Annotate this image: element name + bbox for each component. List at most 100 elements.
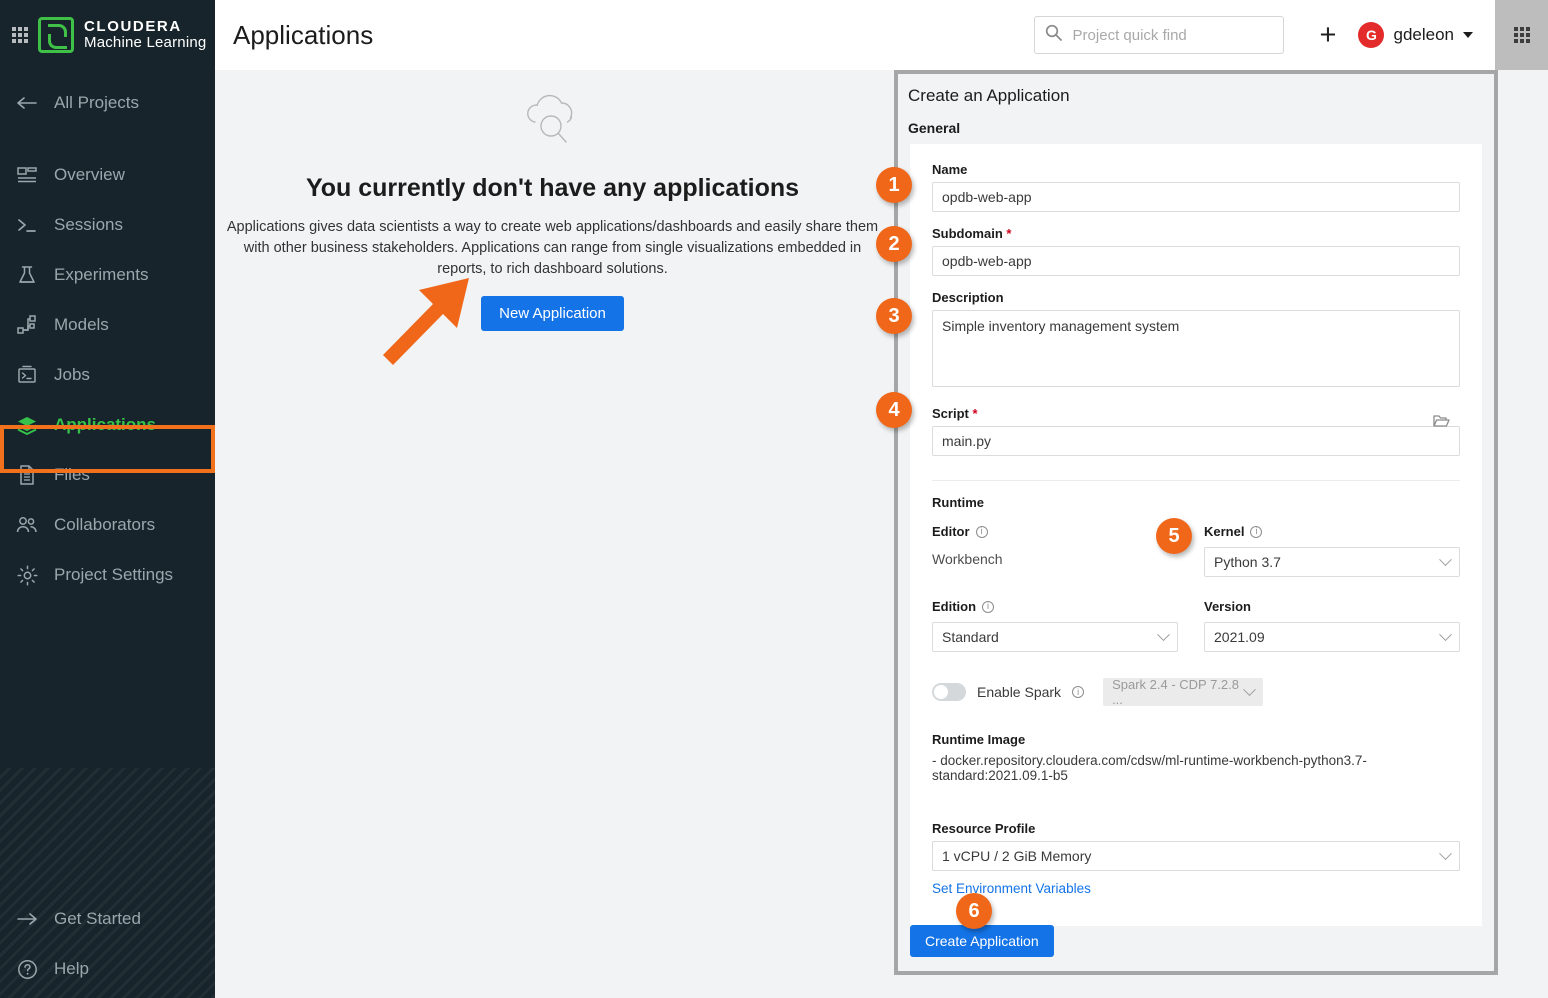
brand-text: CLOUDERA Machine Learning — [84, 19, 206, 51]
sidebar-item-label: Jobs — [54, 365, 90, 385]
runtime-image-value: - docker.repository.cloudera.com/cdsw/ml… — [932, 753, 1460, 783]
sidebar-item-overview[interactable]: Overview — [0, 150, 215, 200]
required-marker: * — [1006, 226, 1011, 241]
kernel-select[interactable]: Python 3.7 — [1204, 547, 1460, 577]
sidebar-item-label: Project Settings — [54, 565, 173, 585]
chevron-down-icon — [1243, 683, 1256, 696]
script-label: Script * — [932, 406, 1460, 421]
resource-profile-block: Resource Profile 1 vCPU / 2 GiB Memory S… — [932, 821, 1460, 898]
avatar: G — [1358, 22, 1384, 48]
sidebar-item-experiments[interactable]: Experiments — [0, 250, 215, 300]
kernel-label: Kernel i — [1204, 524, 1460, 539]
sidebar-item-collaborators[interactable]: Collaborators — [0, 500, 215, 550]
subdomain-input[interactable] — [932, 246, 1460, 276]
folder-open-icon[interactable] — [1433, 413, 1450, 433]
jobs-terminal-box-icon — [16, 364, 38, 386]
sidebar-item-applications[interactable]: Applications — [0, 400, 215, 450]
project-quick-find[interactable] — [1034, 16, 1284, 54]
sidebar-item-label: All Projects — [54, 93, 139, 113]
name-input[interactable] — [932, 182, 1460, 212]
panel-title: Create an Application — [908, 86, 1484, 106]
user-name: gdeleon — [1393, 25, 1454, 45]
empty-state: You currently don't have any application… — [215, 70, 890, 331]
version-label: Version — [1204, 599, 1460, 614]
version-select[interactable]: 2021.09 — [1204, 622, 1460, 652]
edition-select[interactable]: Standard — [932, 622, 1178, 652]
description-label: Description — [932, 290, 1460, 305]
arrow-left-icon — [16, 92, 38, 114]
subdomain-field-group: Subdomain * — [932, 226, 1460, 276]
sidebar-item-files[interactable]: Files — [0, 450, 215, 500]
create-application-button[interactable]: Create Application — [910, 925, 1054, 957]
waffle-grid-icon — [1514, 27, 1530, 43]
editor-label: Editor i — [932, 524, 1178, 539]
add-new-button[interactable]: + — [1320, 21, 1337, 50]
pointer-arrow-icon — [375, 255, 505, 370]
spark-version-select: Spark 2.4 - CDP 7.2.8 ... — [1103, 678, 1263, 706]
sidebar-item-label: Experiments — [54, 265, 148, 285]
resource-profile-select[interactable]: 1 vCPU / 2 GiB Memory — [932, 841, 1460, 871]
edition-label: Edition i — [932, 599, 1178, 614]
sidebar-item-help[interactable]: Help — [0, 944, 215, 994]
flask-icon — [16, 264, 38, 286]
panel-header: Create an Application General — [898, 74, 1494, 136]
sidebar-item-label: Applications — [54, 415, 156, 435]
people-icon — [16, 514, 38, 536]
step-badge-1: 1 — [876, 167, 912, 203]
search-input[interactable] — [1071, 26, 1273, 45]
runtime-row-2: Edition i Standard Version 2021.09 — [932, 599, 1460, 652]
runtime-row-1: Editor i Workbench Kernel i Python 3.7 — [932, 524, 1460, 577]
file-lines-icon — [16, 464, 38, 486]
sidebar-item-sessions[interactable]: Sessions — [0, 200, 215, 250]
step-badge-3: 3 — [876, 298, 912, 334]
version-value: 2021.09 — [1214, 629, 1441, 645]
panel-body: Name Subdomain * Description Simple inve… — [910, 144, 1482, 926]
script-input[interactable] — [932, 426, 1460, 456]
sidebar-item-get-started[interactable]: Get Started — [0, 894, 215, 944]
sidebar-item-label: Files — [54, 465, 90, 485]
main-area: Applications + G gdeleon — [215, 0, 1548, 998]
edition-value: Standard — [942, 629, 1159, 645]
sidebar-bottom-group: Get Started Help — [0, 894, 215, 994]
sidebar-item-jobs[interactable]: Jobs — [0, 350, 215, 400]
panel-section-label: General — [908, 120, 1484, 136]
set-environment-variables-link[interactable]: Set Environment Variables — [932, 881, 1091, 896]
runtime-image-block: Runtime Image - docker.repository.cloude… — [932, 732, 1460, 783]
top-bar-right: + G gdeleon — [1034, 0, 1548, 70]
editor-value: Workbench — [932, 547, 1178, 567]
sidebar-item-models[interactable]: Models — [0, 300, 215, 350]
waffle-grid-icon[interactable] — [12, 27, 28, 43]
info-icon[interactable]: i — [976, 526, 988, 538]
question-circle-icon — [16, 958, 38, 980]
step-badge-2: 2 — [876, 226, 912, 262]
dashboard-icon — [16, 164, 38, 186]
spark-version-value: Spark 2.4 - CDP 7.2.8 ... — [1112, 677, 1245, 707]
sidebar-item-label: Collaborators — [54, 515, 155, 535]
description-textarea[interactable]: Simple inventory management system — [932, 310, 1460, 387]
chevron-down-icon — [1439, 553, 1452, 566]
kernel-value: Python 3.7 — [1214, 554, 1441, 570]
info-icon[interactable]: i — [1072, 686, 1084, 698]
cloudera-logo-icon — [38, 17, 74, 53]
terminal-prompt-icon — [16, 214, 38, 236]
info-icon[interactable]: i — [982, 601, 994, 613]
step-badge-5: 5 — [1156, 518, 1192, 554]
arrow-right-icon — [16, 908, 38, 930]
sidebar-item-all-projects[interactable]: All Projects — [0, 78, 215, 128]
search-icon — [1045, 24, 1062, 46]
required-marker: * — [972, 406, 977, 421]
brand-line-2: Machine Learning — [84, 35, 206, 51]
apps-grid-button[interactable] — [1495, 0, 1548, 70]
layers-icon — [16, 414, 38, 436]
sidebar-item-label: Get Started — [54, 909, 141, 929]
info-icon[interactable]: i — [1250, 526, 1262, 538]
user-menu[interactable]: G gdeleon — [1358, 22, 1473, 48]
brand-line-1: CLOUDERA — [84, 19, 206, 35]
sidebar-item-project-settings[interactable]: Project Settings — [0, 550, 215, 600]
enable-spark-toggle[interactable] — [932, 683, 966, 701]
gear-icon — [16, 564, 38, 586]
page-title: Applications — [233, 20, 373, 51]
sidebar: CLOUDERA Machine Learning All Projects O… — [0, 0, 215, 998]
cloud-search-icon — [521, 92, 585, 150]
sidebar-item-label: Help — [54, 959, 89, 979]
